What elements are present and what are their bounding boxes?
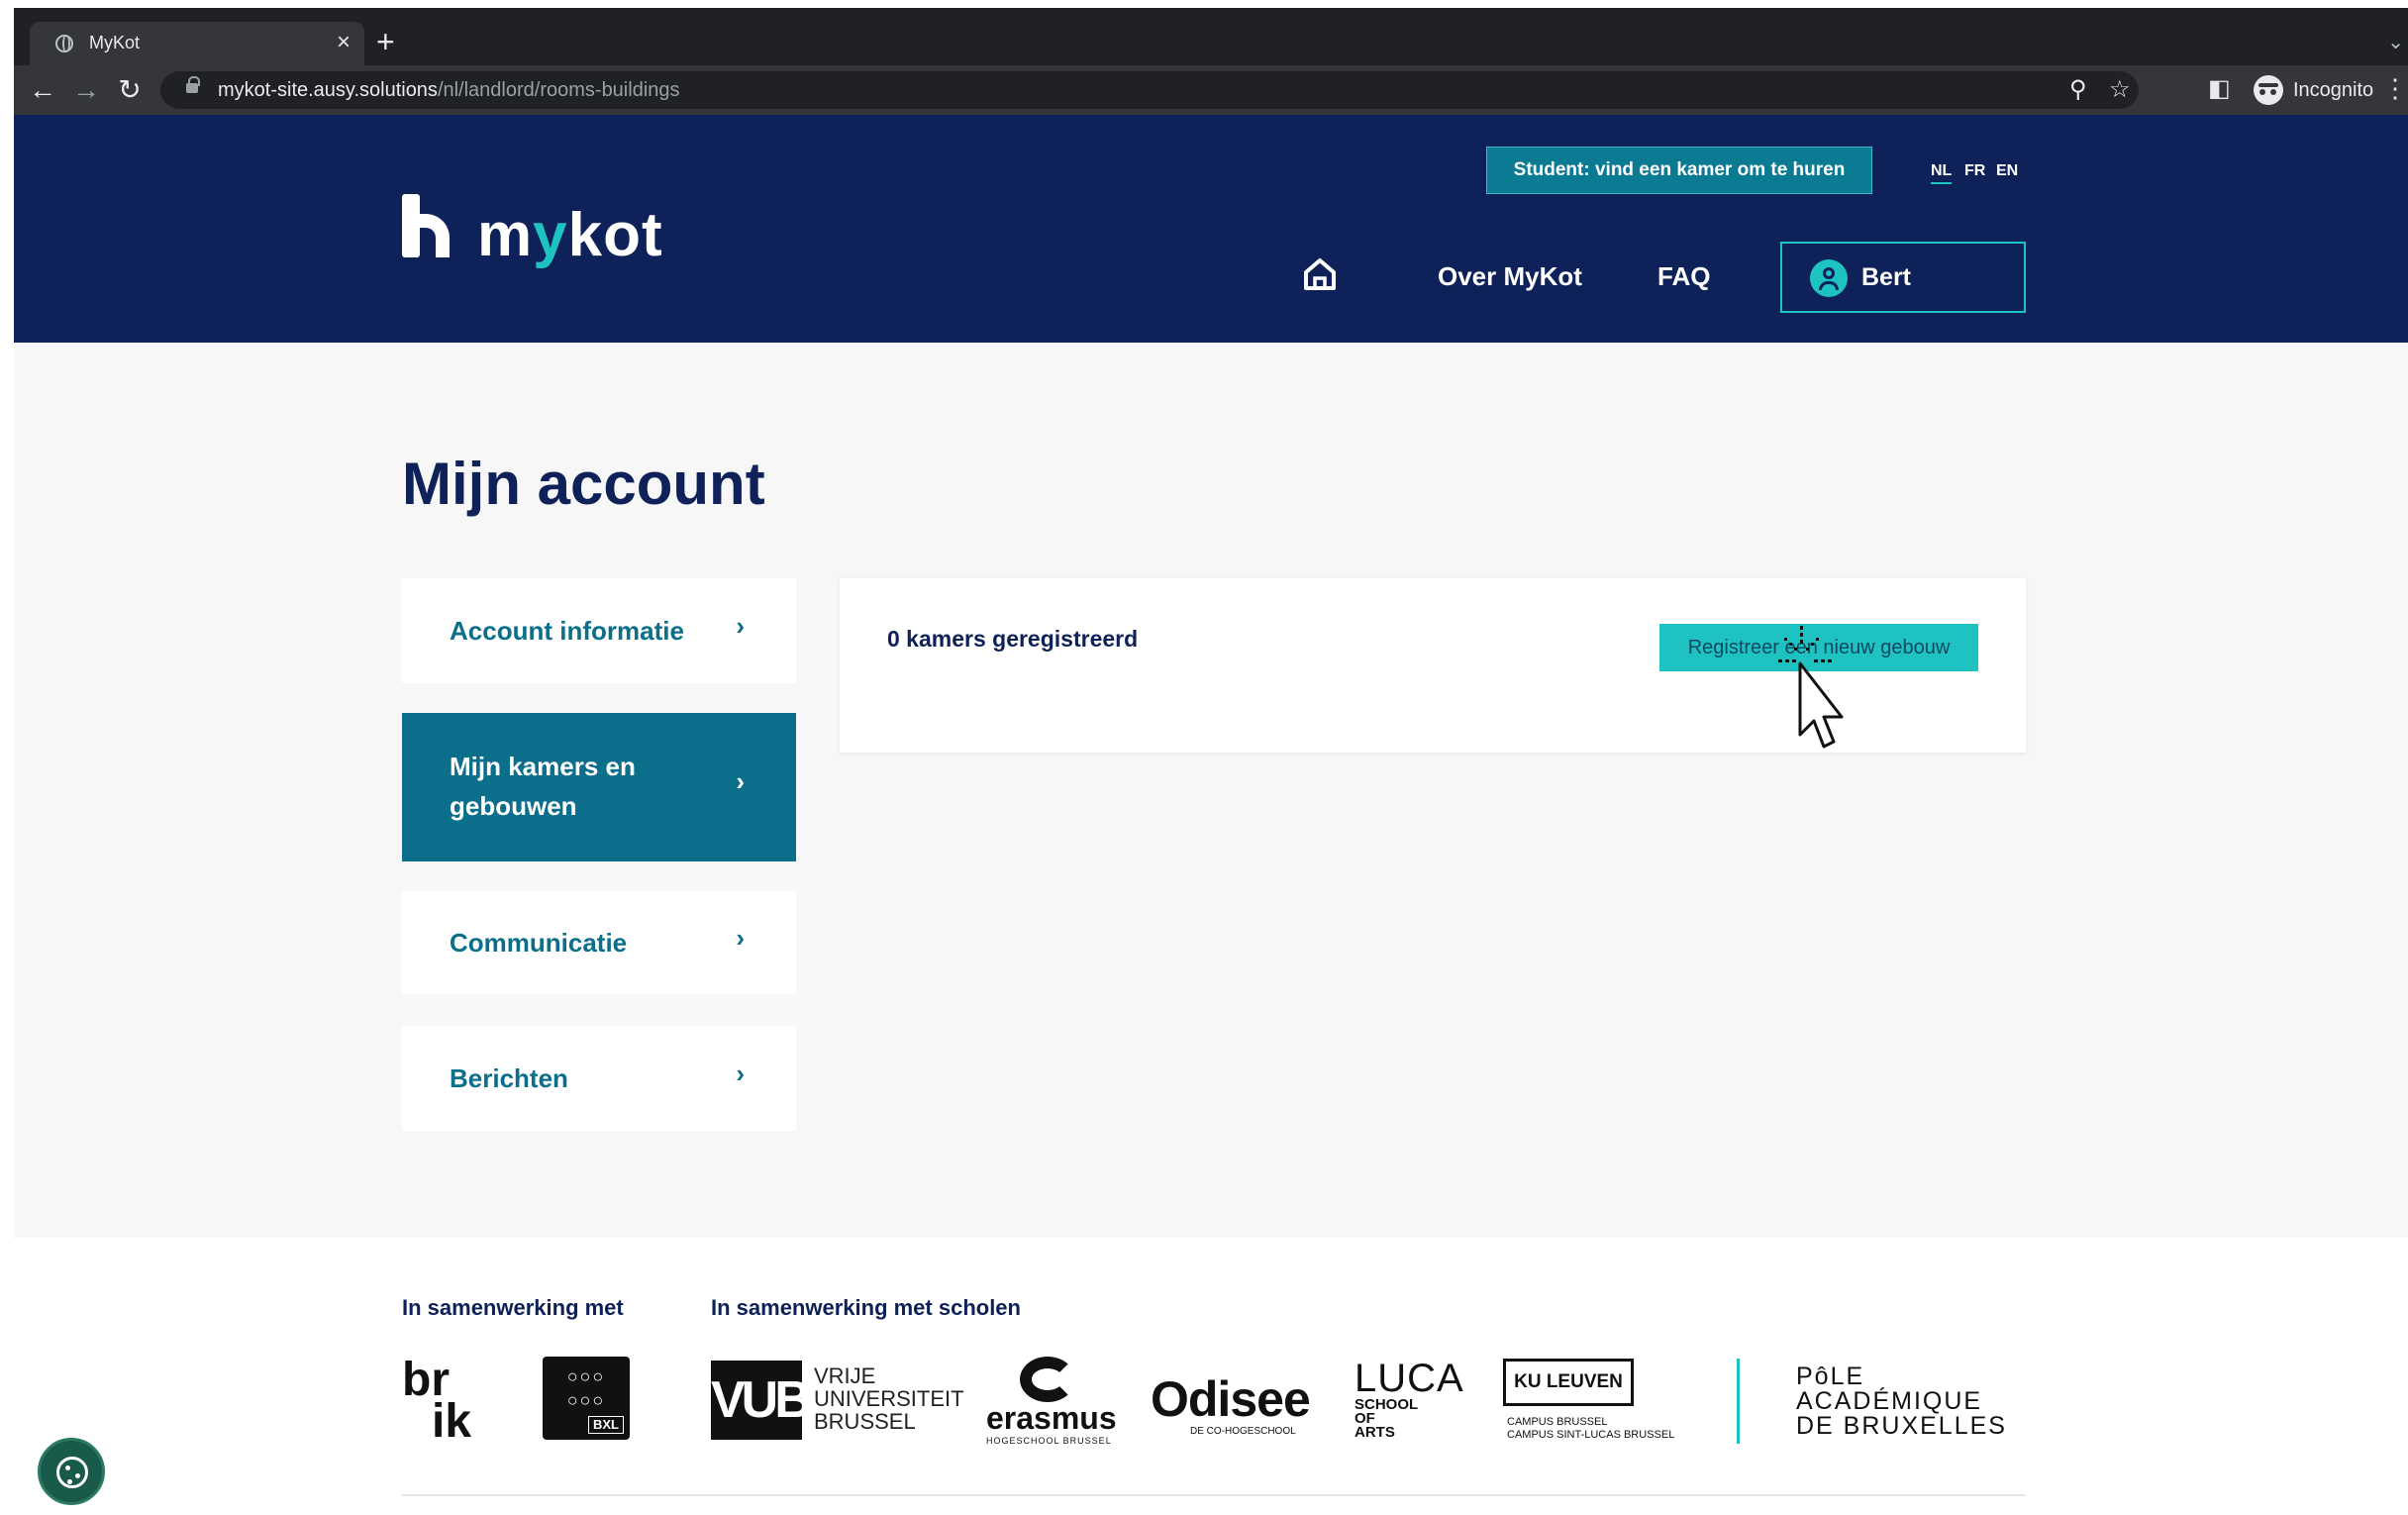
user-icon — [1810, 259, 1848, 297]
pole-academique-logo[interactable]: PôLE ACADÉMIQUE DE BRUXELLES — [1796, 1357, 2024, 1446]
lock-icon[interactable] — [186, 76, 200, 93]
zoom-icon[interactable]: ⚲ — [2069, 75, 2087, 105]
footer: In samenwerking met In samenwerking met … — [14, 1238, 2408, 1515]
sidebar-item-label: Mijn kamers en gebouwen — [450, 752, 636, 821]
globe-icon — [55, 35, 73, 52]
footer-divider — [1737, 1359, 1740, 1444]
odisee-logo[interactable]: Odisee DE CO-HOGESCHOOL — [1151, 1357, 1319, 1446]
address-bar[interactable]: mykot-site.ausy.solutions/nl/landlord/ro… — [160, 71, 2139, 109]
reload-icon[interactable]: ↻ — [113, 73, 147, 107]
rooms-count-text: 0 kamers geregistreerd — [887, 626, 1139, 652]
incognito-icon — [2254, 75, 2283, 105]
tab-search-chevron-icon[interactable]: ⌄ — [2387, 30, 2404, 54]
home-icon[interactable] — [1303, 257, 1337, 291]
chevron-right-icon: › — [736, 611, 745, 641]
star-icon[interactable]: ☆ — [2109, 75, 2131, 105]
menu-dots-icon[interactable]: ⋮ — [2382, 73, 2408, 104]
sidebar-item-label: Account informatie — [450, 616, 684, 646]
brik-logo[interactable]: br ik — [402, 1357, 491, 1446]
pole-bxl-logo[interactable]: ○○○ ○○○ BXL — [543, 1357, 630, 1440]
sidebar-item-communication[interactable]: Communicatie › — [402, 891, 796, 994]
browser-tabstrip: MyKot × + ⌄ — [14, 8, 2408, 65]
rooms-card: 0 kamers geregistreerd Registreer een ni… — [840, 578, 2026, 753]
erasmus-e-icon — [1020, 1357, 1075, 1402]
new-tab-button[interactable]: + — [376, 26, 395, 57]
url-text[interactable]: mykot-site.ausy.solutions/nl/landlord/ro… — [218, 79, 680, 102]
nav-faq[interactable]: FAQ — [1657, 261, 1710, 292]
lang-fr[interactable]: FR — [1964, 162, 1985, 180]
site-header: mykot Student: vind een kamer om te hure… — [14, 115, 2408, 343]
mouse-pointer-icon — [1778, 626, 1844, 749]
sidebar-item-messages[interactable]: Berichten › — [402, 1026, 796, 1131]
lang-nl[interactable]: NL — [1931, 162, 1953, 184]
incognito-label: Incognito — [2293, 79, 2374, 101]
user-name: Bert — [1861, 263, 1912, 291]
incognito-badge[interactable]: Incognito — [2248, 73, 2386, 107]
chevron-right-icon: › — [736, 766, 745, 796]
footer-rule — [402, 1494, 2026, 1496]
chevron-right-icon: › — [736, 923, 745, 953]
ku-leuven-logo[interactable]: KU LEUVEN CAMPUS BRUSSEL CAMPUS SINT-LUCA… — [1503, 1357, 1701, 1446]
sidebar-item-rooms-buildings[interactable]: Mijn kamers en gebouwen › — [402, 713, 796, 861]
screen: MyKot × + ⌄ ← → ↻ mykot-site.ausy.soluti… — [0, 0, 2408, 1515]
chevron-right-icon: › — [736, 1059, 745, 1088]
tab-title: MyKot — [89, 33, 141, 52]
page-title: Mijn account — [402, 451, 765, 517]
browser-toolbar: ← → ↻ mykot-site.ausy.solutions/nl/landl… — [14, 65, 2408, 115]
nav-over-mykot[interactable]: Over MyKot — [1438, 261, 1582, 292]
student-find-room-button[interactable]: Student: vind een kamer om te huren — [1486, 147, 1872, 194]
main-content: Mijn account Account informatie › Mijn k… — [14, 343, 2408, 1238]
logo-k-icon — [402, 194, 457, 257]
vub-logo[interactable]: VUB VRIJE UNIVERSITEIT BRUSSEL — [711, 1357, 964, 1446]
forward-arrow-icon[interactable]: → — [69, 73, 103, 107]
side-panel-icon[interactable]: ◧ — [2208, 73, 2231, 105]
sidebar-item-label: Communicatie — [450, 928, 628, 958]
browser-tab[interactable]: MyKot × — [30, 22, 364, 65]
cookie-settings-button[interactable] — [38, 1438, 105, 1505]
logo-text: mykot — [477, 201, 663, 269]
sidebar-item-label: Berichten — [450, 1063, 568, 1093]
pole-grid-icon: ○○○ ○○○ — [566, 1366, 606, 1410]
schools-heading: In samenwerking met scholen — [711, 1295, 1021, 1320]
erasmus-logo[interactable]: erasmus HOGESCHOOL BRUSSEL — [986, 1357, 1117, 1446]
back-arrow-icon[interactable]: ← — [26, 73, 59, 107]
close-tab-icon[interactable]: × — [337, 29, 351, 56]
mykot-logo[interactable]: mykot — [402, 194, 699, 269]
cookie-icon — [56, 1457, 88, 1488]
sidebar-item-account-info[interactable]: Account informatie › — [402, 578, 796, 683]
partners-heading: In samenwerking met — [402, 1295, 624, 1320]
user-account-button[interactable]: Bert — [1780, 242, 2026, 313]
luca-logo[interactable]: LUCA SCHOOL OF ARTS — [1354, 1357, 1463, 1446]
lang-en[interactable]: EN — [1996, 162, 2018, 180]
